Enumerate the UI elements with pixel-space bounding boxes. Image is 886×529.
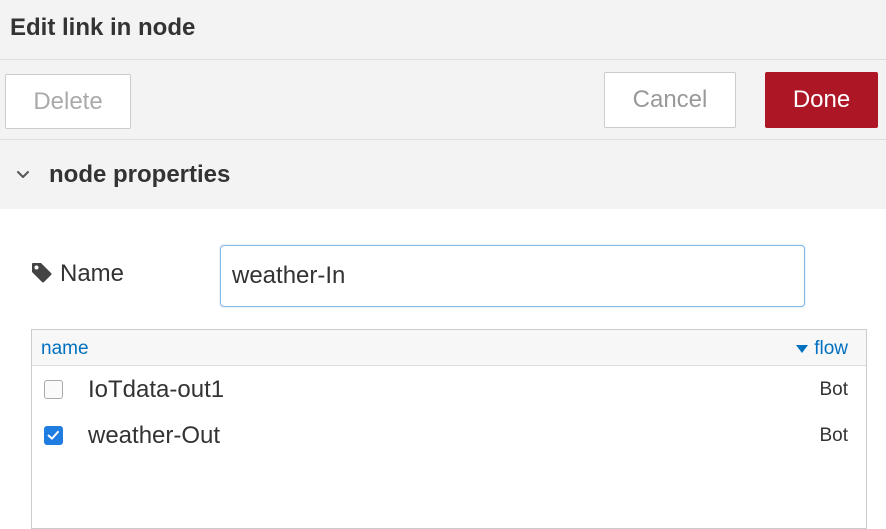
dialog-toolbar: Delete Cancel Done — [0, 60, 886, 140]
row-name: weather-Out — [88, 422, 221, 449]
row-checkbox[interactable] — [44, 426, 63, 445]
name-input[interactable] — [220, 245, 805, 307]
name-label: Name — [60, 260, 125, 287]
table-row[interactable]: IoTdata-out1 Bot — [32, 367, 866, 413]
section-title: node properties — [49, 161, 231, 188]
row-checkbox[interactable] — [44, 380, 63, 399]
link-target-table: name flow IoTdata-out1 Bot weather-Out B… — [31, 329, 867, 529]
row-flow: Bot — [819, 379, 848, 400]
row-name: IoTdata-out1 — [88, 376, 225, 403]
cancel-button[interactable]: Cancel — [604, 72, 736, 128]
row-flow: Bot — [819, 425, 848, 446]
column-header-flow-label: flow — [814, 338, 848, 359]
chevron-down-icon — [17, 171, 29, 178]
table-header: name flow — [32, 330, 866, 366]
check-icon — [47, 430, 59, 440]
dialog-title: Edit link in node — [10, 14, 196, 41]
table-row[interactable]: weather-Out Bot — [32, 413, 866, 459]
node-properties-header[interactable]: node properties — [0, 140, 886, 209]
caret-down-icon — [796, 345, 809, 353]
column-header-flow[interactable]: flow — [796, 338, 848, 360]
done-button[interactable]: Done — [765, 72, 878, 128]
column-header-name[interactable]: name — [41, 338, 89, 360]
delete-button[interactable]: Delete — [5, 74, 131, 129]
tag-icon — [32, 263, 52, 283]
dialog-title-bar: Edit link in node — [0, 0, 886, 60]
